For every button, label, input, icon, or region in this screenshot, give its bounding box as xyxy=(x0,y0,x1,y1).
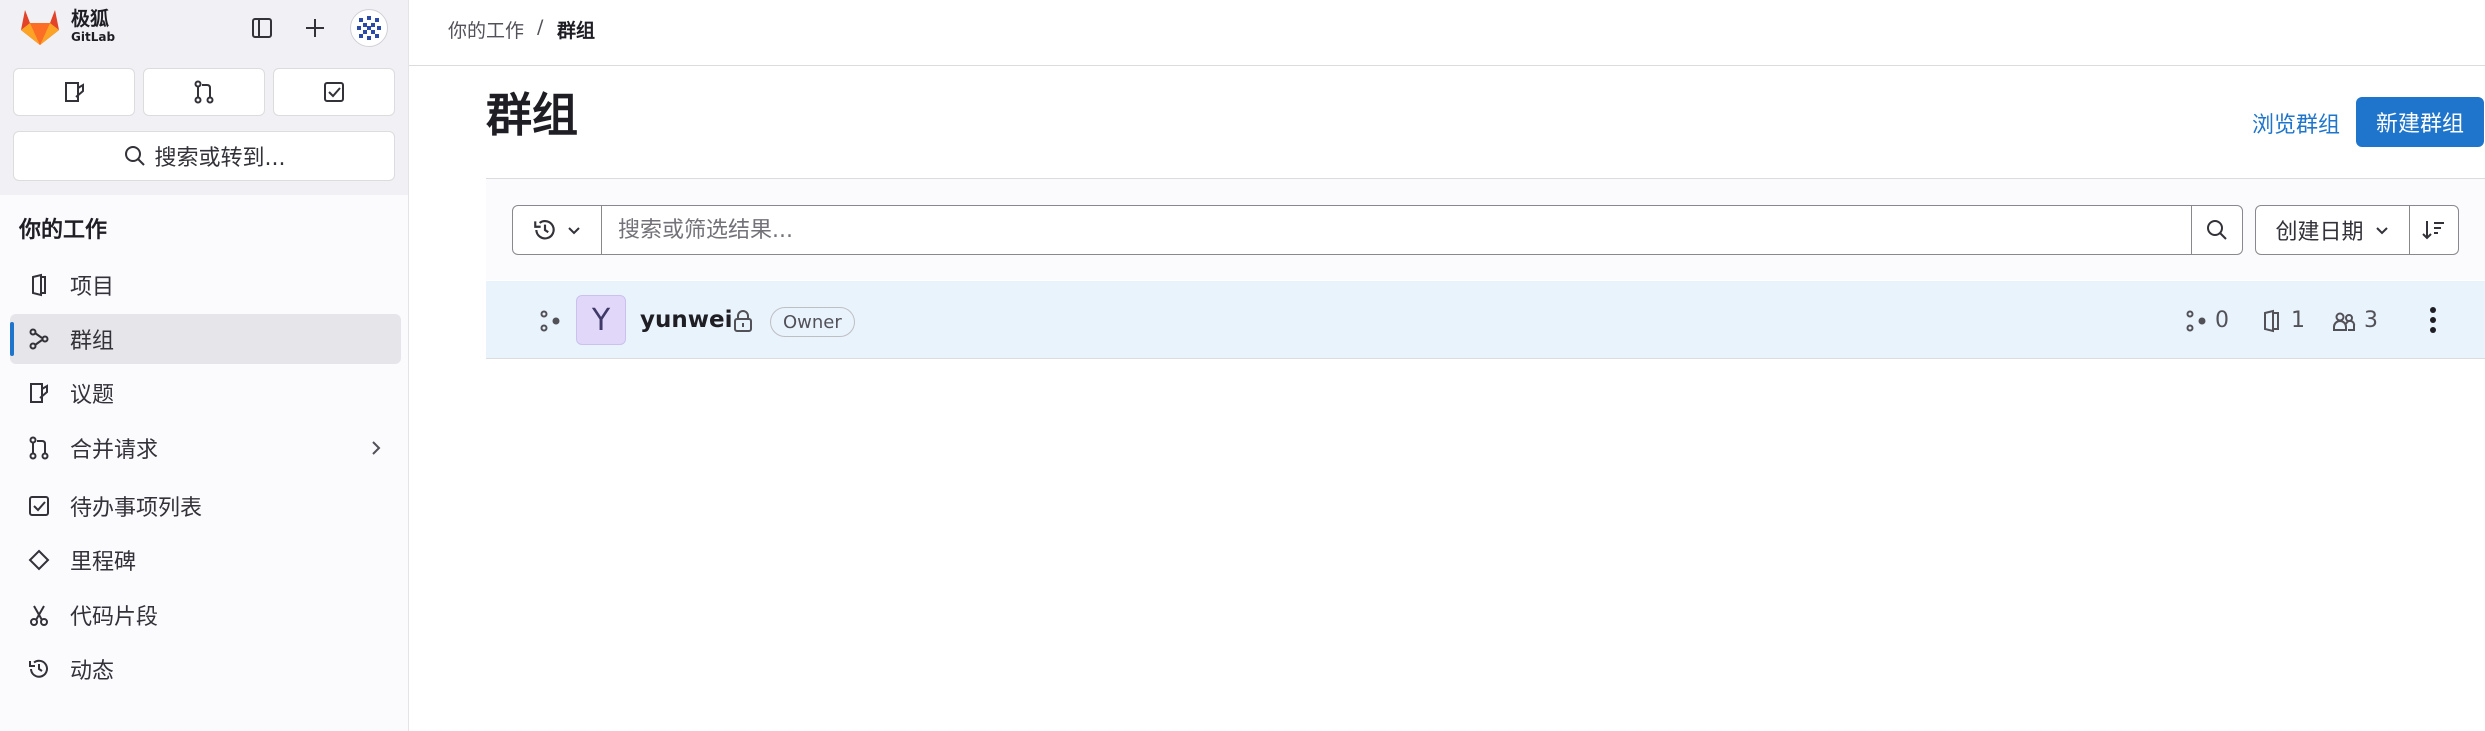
sort-lowest-icon xyxy=(2422,221,2444,240)
sidebar-item-label: 待办事项列表 xyxy=(70,496,203,521)
breadcrumb-current[interactable]: 群组 xyxy=(557,16,595,43)
sidebar-item-label: 里程碑 xyxy=(70,550,137,575)
explore-groups-link[interactable]: 浏览群组 xyxy=(2252,107,2340,139)
sort-direction-button[interactable] xyxy=(2409,205,2459,255)
create-new-button[interactable] xyxy=(299,12,331,44)
todo-icon xyxy=(29,496,49,516)
search-or-goto-label: 搜索或转到... xyxy=(154,146,286,171)
merge-request-icon xyxy=(194,80,214,104)
sidebar-item-issues[interactable]: 议题 xyxy=(10,368,401,418)
projects-count[interactable]: 1 xyxy=(2261,308,2305,333)
sidebar-item-milestones[interactable]: 里程碑 xyxy=(10,535,401,585)
recent-searches-button[interactable] xyxy=(512,205,602,255)
search-icon xyxy=(2207,220,2227,240)
sidebar-item-label: 群组 xyxy=(70,329,115,354)
filter-search-input[interactable] xyxy=(601,205,2192,255)
group-icon xyxy=(29,328,49,350)
members-count[interactable]: 3 xyxy=(2332,308,2378,333)
history-icon xyxy=(29,659,48,678)
sidebar-item-projects[interactable]: 项目 xyxy=(10,260,401,310)
group-name-link[interactable]: yunwei xyxy=(640,307,732,333)
sidebar-toggle-button[interactable] xyxy=(246,12,278,44)
quick-merge-requests-button[interactable] xyxy=(143,68,265,116)
sidebar-item-label: 动态 xyxy=(70,659,115,684)
subgroups-count-value: 0 xyxy=(2215,308,2229,333)
plus-icon xyxy=(306,19,324,37)
snippet-icon xyxy=(30,605,48,626)
issues-icon xyxy=(65,82,84,102)
subgroup-icon xyxy=(2186,310,2206,331)
new-group-button[interactable]: 新建群组 xyxy=(2356,97,2484,147)
todo-icon xyxy=(324,82,344,102)
project-icon xyxy=(2264,309,2279,332)
brand-name: 极狐 xyxy=(71,7,110,30)
project-icon xyxy=(32,273,46,297)
sidebar-item-snippets[interactable]: 代码片段 xyxy=(10,590,401,640)
projects-count-value: 1 xyxy=(2291,308,2305,333)
group-avatar[interactable]: Y xyxy=(576,295,626,345)
sidebar-item-activity[interactable]: 动态 xyxy=(10,644,401,694)
sidebar-item-todos[interactable]: 待办事项列表 xyxy=(10,481,401,531)
sort-field-dropdown[interactable]: 创建日期 xyxy=(2255,205,2410,255)
tanuki-logo-icon xyxy=(21,10,59,45)
search-or-goto-button[interactable]: 搜索或转到... xyxy=(13,131,395,181)
chevron-down-icon xyxy=(568,227,580,235)
chevron-right-icon xyxy=(372,441,381,455)
sidebar-item-groups[interactable]: 群组 xyxy=(10,314,401,364)
search-icon xyxy=(124,146,145,166)
search-submit-button[interactable] xyxy=(2191,205,2243,255)
issues-icon xyxy=(30,383,48,403)
lock-icon xyxy=(734,310,752,332)
sidebar-item-merge-requests[interactable]: 合并请求 xyxy=(10,423,401,473)
quick-todos-button[interactable] xyxy=(273,68,395,116)
sidebar-item-label: 项目 xyxy=(70,275,115,300)
page-title: 群组 xyxy=(486,88,578,142)
user-avatar[interactable] xyxy=(350,9,388,47)
brand-sub: GitLab xyxy=(71,29,116,44)
chevron-down-icon xyxy=(2375,227,2388,235)
top-bar xyxy=(409,0,2485,66)
members-count-value: 3 xyxy=(2364,308,2378,333)
subgroups-count[interactable]: 0 xyxy=(2185,308,2229,333)
sidebar-item-label: 代码片段 xyxy=(70,605,159,630)
users-icon xyxy=(2333,312,2356,331)
logo[interactable]: 极狐 GitLab xyxy=(18,6,115,46)
sidebar-item-label: 合并请求 xyxy=(70,438,159,463)
ellipsis-v-icon xyxy=(2430,307,2436,333)
subgroup-icon xyxy=(540,310,560,332)
quick-issues-button[interactable] xyxy=(13,68,135,116)
breadcrumb-parent[interactable]: 你的工作 xyxy=(448,16,524,43)
milestone-icon xyxy=(28,549,50,571)
more-actions-button[interactable] xyxy=(2418,302,2448,338)
user-avatar-image xyxy=(352,11,386,45)
sidebar-toggle-icon xyxy=(252,18,272,38)
merge-request-icon xyxy=(29,436,49,460)
history-icon xyxy=(534,220,555,240)
role-badge: Owner xyxy=(770,307,855,337)
breadcrumb-separator: / xyxy=(537,16,544,38)
sort-field-label: 创建日期 xyxy=(2275,220,2364,245)
sidebar-item-label: 议题 xyxy=(70,383,115,408)
sidebar: 极狐 GitLab 搜索或转到... 你的工作 项目 群组 议题 合并请求 待办… xyxy=(0,0,409,731)
nav-section-title: 你的工作 xyxy=(19,218,108,243)
